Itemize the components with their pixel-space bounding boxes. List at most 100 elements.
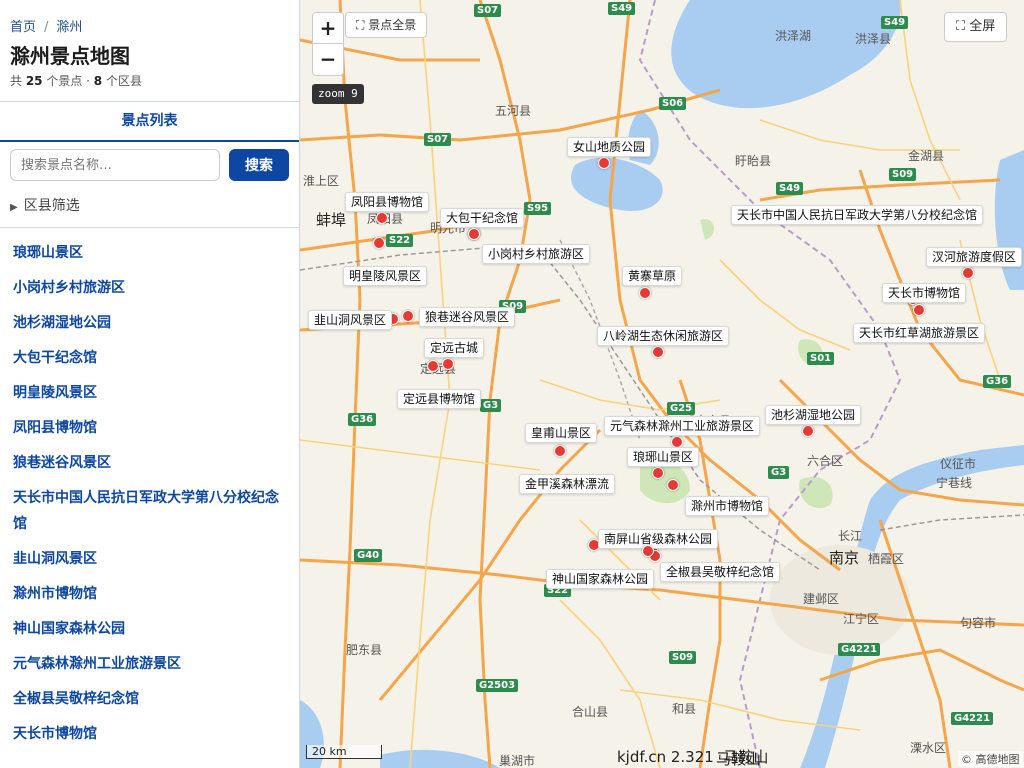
marker-label[interactable]: 神山国家森林公园	[546, 569, 655, 589]
marker-label[interactable]: 明皇陵风景区	[343, 266, 428, 286]
spot-list-item[interactable]: 韭山洞风景区	[0, 546, 299, 572]
marker-label[interactable]: 天长市博物馆	[882, 283, 967, 303]
overview-button[interactable]: ⛶ 景点全景	[345, 12, 428, 38]
spot-list-item[interactable]: 天长市博物馆	[0, 721, 299, 747]
marker-label[interactable]: 元气森林滁州工业旅游景区	[604, 416, 761, 436]
spot-list-item[interactable]: 狼巷迷谷风景区	[0, 450, 299, 476]
spot-list-item[interactable]: 凤阳县博物馆	[0, 415, 299, 441]
highway-shield: G4221	[951, 712, 994, 725]
map-marker[interactable]	[373, 237, 385, 249]
marker-label[interactable]: 天长市红草湖旅游景区	[853, 323, 986, 343]
place-name-label: 和县	[672, 702, 697, 716]
map-marker[interactable]	[554, 445, 566, 457]
marker-label[interactable]: 狼巷迷谷风景区	[419, 307, 516, 327]
marker-label[interactable]: 皇甫山景区	[525, 423, 598, 443]
map-marker[interactable]	[913, 304, 925, 316]
spot-list-item[interactable]: 小岗村乡村旅游区	[0, 275, 299, 301]
zoom-in-button[interactable]: +	[313, 13, 343, 43]
marker-label[interactable]: 全椒县吴敬梓纪念馆	[660, 562, 781, 582]
map-marker[interactable]	[652, 467, 664, 479]
stats-spot-unit: 个景点 ·	[42, 74, 94, 88]
spot-list-item[interactable]: 琅琊山景区	[0, 240, 299, 266]
highway-shield: G4221	[838, 643, 881, 656]
tab-spot-list[interactable]: 景点列表	[0, 102, 299, 140]
breadcrumb-current-link[interactable]: 滁州	[56, 20, 82, 35]
marker-label[interactable]: 黄寨草原	[622, 266, 683, 286]
site-version-text: kjdf.cn 2.321	[617, 748, 714, 766]
district-filter-label: 区县筛选	[23, 198, 80, 214]
highway-shield: S01	[807, 352, 835, 365]
stats-district-unit: 个区县	[102, 74, 142, 88]
marker-label[interactable]: 凤阳县博物馆	[345, 192, 430, 212]
map-view[interactable]: 洪泽湖洪泽县五河县盱眙县金湖县淮上区蚌埠凤阳县明光市定远县来安县六合区仪征市宁巷…	[300, 0, 1024, 768]
breadcrumb-home-link[interactable]: 首页	[10, 20, 36, 35]
map-marker[interactable]	[642, 545, 654, 557]
place-name-label: 栖霞区	[868, 552, 905, 566]
tab-bar: 景点列表	[0, 101, 299, 142]
search-button[interactable]: 搜索	[229, 149, 289, 181]
spot-count: 25	[25, 74, 43, 88]
marker-label[interactable]: 南屏山省级森林公园	[598, 529, 719, 549]
place-name-label: 长江	[838, 529, 863, 543]
highway-shield: S07	[474, 4, 502, 17]
marker-label[interactable]: 汊河旅游度假区	[926, 247, 1023, 267]
expand-icon: ⛶	[956, 19, 966, 34]
district-filter-toggle[interactable]: ▶ 区县筛选	[10, 195, 80, 215]
highway-shield: G25	[667, 402, 696, 415]
zoom-out-button[interactable]: −	[313, 43, 343, 74]
fullscreen-button[interactable]: ⛶ 全屏	[944, 12, 1008, 42]
highway-shield: S95	[524, 202, 552, 215]
marker-label[interactable]: 定远古城	[424, 338, 485, 358]
map-marker[interactable]	[639, 287, 651, 299]
search-input[interactable]	[10, 149, 220, 181]
breadcrumb-separator: /	[44, 20, 49, 35]
page-title: 滁州景点地图	[10, 44, 130, 68]
map-marker[interactable]	[442, 358, 454, 370]
place-name-label: 江宁区	[843, 612, 880, 626]
place-name-label: 宁巷线	[936, 476, 973, 490]
map-marker[interactable]	[402, 310, 414, 322]
marker-label[interactable]: 滁州市博物馆	[685, 496, 770, 516]
scale-bar: 20 km	[306, 745, 382, 759]
spot-list-item[interactable]: 神山国家森林公园	[0, 616, 299, 642]
map-marker[interactable]	[802, 425, 814, 437]
highway-shield: S49	[608, 2, 636, 15]
marker-label[interactable]: 女山地质公园	[567, 137, 652, 157]
spot-list-item[interactable]: 大包干纪念馆	[0, 345, 299, 371]
spot-list: 琅琊山景区小岗村乡村旅游区 池杉湖湿地公园 大包干纪念馆 明皇陵风景区 凤阳县博物馆 狼巷…	[0, 240, 299, 756]
spot-list-item[interactable]: 滁州市博物馆	[0, 581, 299, 607]
marker-label[interactable]: 大包干纪念馆	[440, 208, 525, 228]
spot-list-item[interactable]: 池杉湖湿地公园	[0, 310, 299, 336]
spot-list-item[interactable]: 全椒县吴敬梓纪念馆	[0, 686, 299, 712]
marker-label[interactable]: 天长市中国人民抗日军政大学第八分校纪念馆	[731, 205, 984, 225]
spot-list-item[interactable]: 明皇陵风景区	[0, 380, 299, 406]
marker-label[interactable]: 池杉湖湿地公园	[765, 405, 862, 425]
highway-shield: S49	[776, 182, 804, 195]
map-marker[interactable]	[376, 212, 388, 224]
map-marker[interactable]	[652, 346, 664, 358]
highway-shield: S07	[424, 133, 452, 146]
expand-icon: ⛶	[356, 18, 365, 32]
district-count: 8	[93, 74, 103, 88]
spot-list-item[interactable]: 天长市中国人民抗日军政大学第八分校纪念馆	[0, 485, 299, 537]
highway-shield: G3	[480, 399, 502, 412]
overview-label: 景点全景	[368, 18, 417, 32]
marker-label[interactable]: 韭山洞风景区	[308, 310, 393, 330]
place-name-label: 六合区	[807, 454, 844, 468]
place-name-label: 淮上区	[303, 174, 340, 188]
map-attribution: © 高德地图	[958, 751, 1023, 767]
place-name-label: 肥东县	[346, 643, 383, 657]
highway-shield: S09	[889, 168, 917, 181]
marker-label[interactable]: 定远县博物馆	[397, 389, 482, 409]
marker-label[interactable]: 琅琊山景区	[627, 447, 700, 467]
marker-label[interactable]: 八岭湖生态休闲旅游区	[597, 326, 730, 346]
map-marker[interactable]	[427, 360, 439, 372]
map-marker[interactable]	[667, 479, 679, 491]
map-marker[interactable]	[598, 157, 610, 169]
marker-label[interactable]: 小岗村乡村旅游区	[482, 244, 591, 264]
map-marker[interactable]	[468, 228, 480, 240]
divider	[0, 227, 299, 228]
marker-label[interactable]: 金甲溪森林漂流	[519, 474, 616, 494]
spot-list-item[interactable]: 元气森林滁州工业旅游景区	[0, 651, 299, 677]
map-marker[interactable]	[962, 267, 974, 279]
